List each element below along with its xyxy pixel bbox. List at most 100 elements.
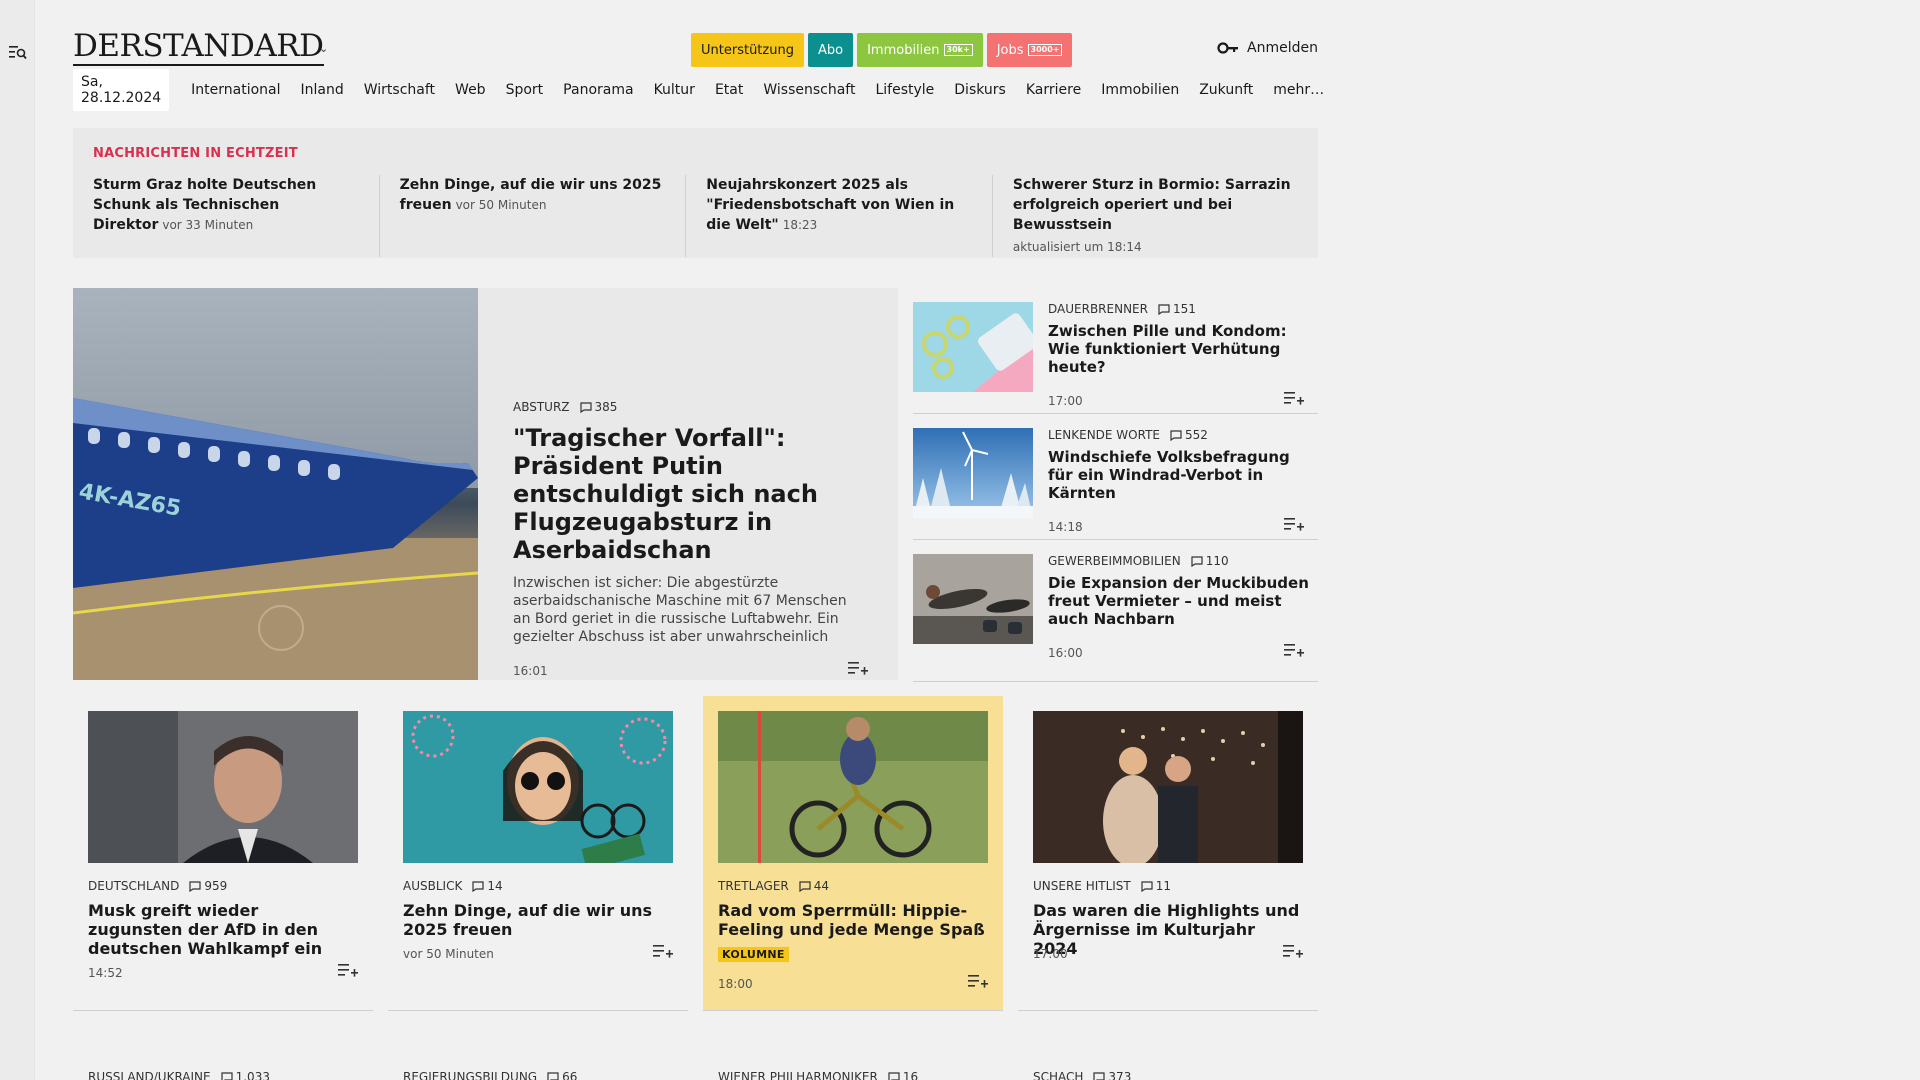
culture-image[interactable]	[1033, 711, 1303, 863]
pill-pack-illustration	[913, 302, 1033, 392]
nav-item-zukunft[interactable]: Zukunft	[1189, 82, 1263, 98]
nav-item-panorama[interactable]: Panorama	[553, 82, 643, 98]
login-label: Anmelden	[1247, 40, 1318, 56]
add-to-playlist-icon[interactable]	[653, 943, 673, 959]
side-headline[interactable]: Windschiefe Volksbefragung für ein Windr…	[1048, 448, 1318, 502]
comment-icon	[1191, 555, 1203, 567]
site-logo[interactable]: DERSTANDARD	[73, 30, 324, 66]
nav-item-diskurs[interactable]: Diskurs	[944, 82, 1016, 98]
jobs-badge: 3000+	[1027, 44, 1063, 56]
comment-count[interactable]: 110	[1191, 554, 1229, 568]
card-headline[interactable]: Rad vom Sperrmüll: Hippie-Feeling und je…	[718, 901, 988, 939]
nav-item-web[interactable]: Web	[445, 82, 496, 98]
card-headline[interactable]: Musk greift wieder zugunsten der AfD in …	[88, 901, 358, 958]
teaser-card[interactable]: UNSERE HITLIST 11 Das waren die Highlight…	[1018, 696, 1318, 1011]
side-kicker: LENKENDE WORTE 552	[1048, 428, 1318, 442]
abo-label: Abo	[817, 42, 844, 58]
side-teaser[interactable]: DAUERBRENNER 151 Zwischen Pille und Kondo…	[913, 288, 1318, 414]
nav-item-lifestyle[interactable]: Lifestyle	[865, 82, 944, 98]
comment-icon	[547, 1071, 559, 1080]
column-label: KOLUMNE	[718, 947, 789, 962]
comment-icon	[1170, 429, 1182, 441]
bike-image[interactable]	[718, 711, 988, 863]
comment-count[interactable]: 959	[189, 879, 227, 893]
comment-count-value: 385	[594, 400, 618, 414]
live-item[interactable]: Sturm Graz holte Deutschen Schunk als Te…	[93, 175, 380, 257]
comment-count[interactable]: 385	[579, 400, 618, 414]
nav-item-etat[interactable]: Etat	[705, 82, 753, 98]
comment-count[interactable]: 373	[1093, 1070, 1131, 1080]
comment-count[interactable]: 11	[1141, 879, 1171, 893]
nav-item-karriere[interactable]: Karriere	[1016, 82, 1091, 98]
mountain-bike-illustration	[718, 711, 988, 863]
nav-item-wirtschaft[interactable]: Wirtschaft	[354, 82, 445, 98]
side-teaser[interactable]: GEWERBEIMMOBILIEN 110 Die Expansion der M…	[913, 540, 1318, 682]
comment-count[interactable]: 16	[888, 1070, 918, 1080]
nav-item-wissenschaft[interactable]: Wissenschaft	[753, 82, 865, 98]
live-item[interactable]: Schwerer Sturz in Bormio: Sarrazin er­fo…	[1013, 175, 1298, 257]
side-headline[interactable]: Die Expansion der Muckibuden freut Vermi…	[1048, 574, 1318, 628]
next-teaser-row: RUSSLAND/UKRAINE 1.033 REGIERUNGSBILDUNG 6…	[73, 1070, 1318, 1080]
teaser-card[interactable]: DEUTSCHLAND 959 Musk greift wieder zuguns…	[73, 696, 373, 1011]
live-item[interactable]: Neujahrskonzert 2025 als "Friedens­botsc…	[706, 175, 993, 257]
gym-image[interactable]	[913, 554, 1033, 644]
comment-count-value: 110	[1205, 554, 1229, 568]
chevron-down-icon[interactable]: ⌄	[319, 42, 328, 55]
nav-item-kultur[interactable]: Kultur	[644, 82, 705, 98]
card-headline[interactable]: Zehn Dinge, auf die wir uns 2025 freuen	[403, 901, 673, 939]
current-date: Sa, 28.12.2024	[73, 69, 170, 111]
live-item-title: Schwerer Sturz in Bormio: Sarrazin er­fo…	[1012, 177, 1291, 233]
comment-count[interactable]: 552	[1170, 428, 1208, 442]
contraception-image[interactable]	[913, 302, 1033, 392]
card-kicker: TRETLAGER 44	[718, 879, 988, 893]
ausblick-image[interactable]	[403, 711, 673, 863]
wind-turbine-image[interactable]	[913, 428, 1033, 518]
comment-count-value: 1.033	[235, 1070, 270, 1080]
add-to-playlist-icon[interactable]	[1284, 516, 1304, 532]
kicker-label: TRETLAGER	[718, 879, 789, 893]
immobilien-label: Immobilien	[867, 42, 940, 58]
login-button[interactable]: Anmelden	[1217, 40, 1318, 56]
side-teaser[interactable]: LENKENDE WORTE 552 Windschiefe Volksbefra…	[913, 414, 1318, 540]
immobilien-button[interactable]: Immobilien 30k+	[857, 33, 983, 67]
add-to-playlist-icon[interactable]	[1283, 943, 1303, 959]
teaser-card-column[interactable]: TRETLAGER 44 Rad vom Sperrmüll: Hippie-Fe…	[703, 696, 1003, 1011]
comment-count[interactable]: 1.033	[221, 1070, 270, 1080]
teaser-card[interactable]: AUSBLICK 14 Zehn Dinge, auf die wir uns 2…	[388, 696, 688, 1011]
side-headline[interactable]: Zwischen Pille und Kondom: Wie funktioni…	[1048, 322, 1318, 376]
add-to-playlist-icon[interactable]	[1284, 642, 1304, 658]
kicker-label: LENKENDE WORTE	[1048, 428, 1160, 442]
live-item[interactable]: Zehn Dinge, auf die wir uns 2025 freuen v…	[400, 175, 687, 257]
film-still-illustration	[1033, 711, 1303, 863]
add-to-playlist-icon[interactable]	[1284, 390, 1304, 406]
add-to-playlist-icon[interactable]	[968, 973, 988, 989]
nav-item-international[interactable]: International	[181, 82, 290, 98]
add-to-playlist-icon[interactable]	[338, 962, 358, 978]
lead-time: 16:01	[513, 664, 548, 678]
comment-count[interactable]: 66	[547, 1070, 577, 1080]
nav-item-sport[interactable]: Sport	[496, 82, 554, 98]
kicker-label: REGIERUNGSBILDUNG	[403, 1070, 538, 1080]
comment-count[interactable]: 14	[472, 879, 503, 893]
abo-button[interactable]: Abo	[807, 33, 854, 67]
comment-icon	[1158, 303, 1170, 315]
menu-search-icon[interactable]	[9, 44, 27, 60]
add-to-playlist-icon[interactable]	[848, 660, 868, 676]
nav-item-more[interactable]: mehr…	[1263, 82, 1334, 98]
side-time: 16:00	[1048, 646, 1083, 660]
musk-image[interactable]	[88, 711, 358, 863]
kicker-label: ABSTURZ	[513, 400, 570, 414]
comment-icon	[579, 401, 592, 413]
nav-item-immobilien[interactable]: Immobilien	[1091, 82, 1189, 98]
card-kicker: UNSERE HITLIST 11	[1033, 879, 1303, 893]
lead-image[interactable]: 4K-AZ65	[73, 288, 478, 680]
comment-count[interactable]: 151	[1158, 302, 1196, 316]
kicker-label: GEWERBEIMMOBILIEN	[1048, 554, 1181, 568]
support-button[interactable]: Unterstützung	[691, 33, 804, 67]
nav-item-inland[interactable]: Inland	[291, 82, 354, 98]
jobs-button[interactable]: Jobs 3000+	[986, 33, 1073, 67]
lead-headline[interactable]: "Tragischer Vorfall": Präsident Putin en…	[513, 424, 868, 564]
immobilien-badge: 30k+	[943, 44, 973, 56]
lead-story[interactable]: 4K-AZ65 ABSTURZ 385 "Tragischer Vorfall"…	[73, 288, 898, 680]
comment-count[interactable]: 44	[799, 879, 829, 893]
